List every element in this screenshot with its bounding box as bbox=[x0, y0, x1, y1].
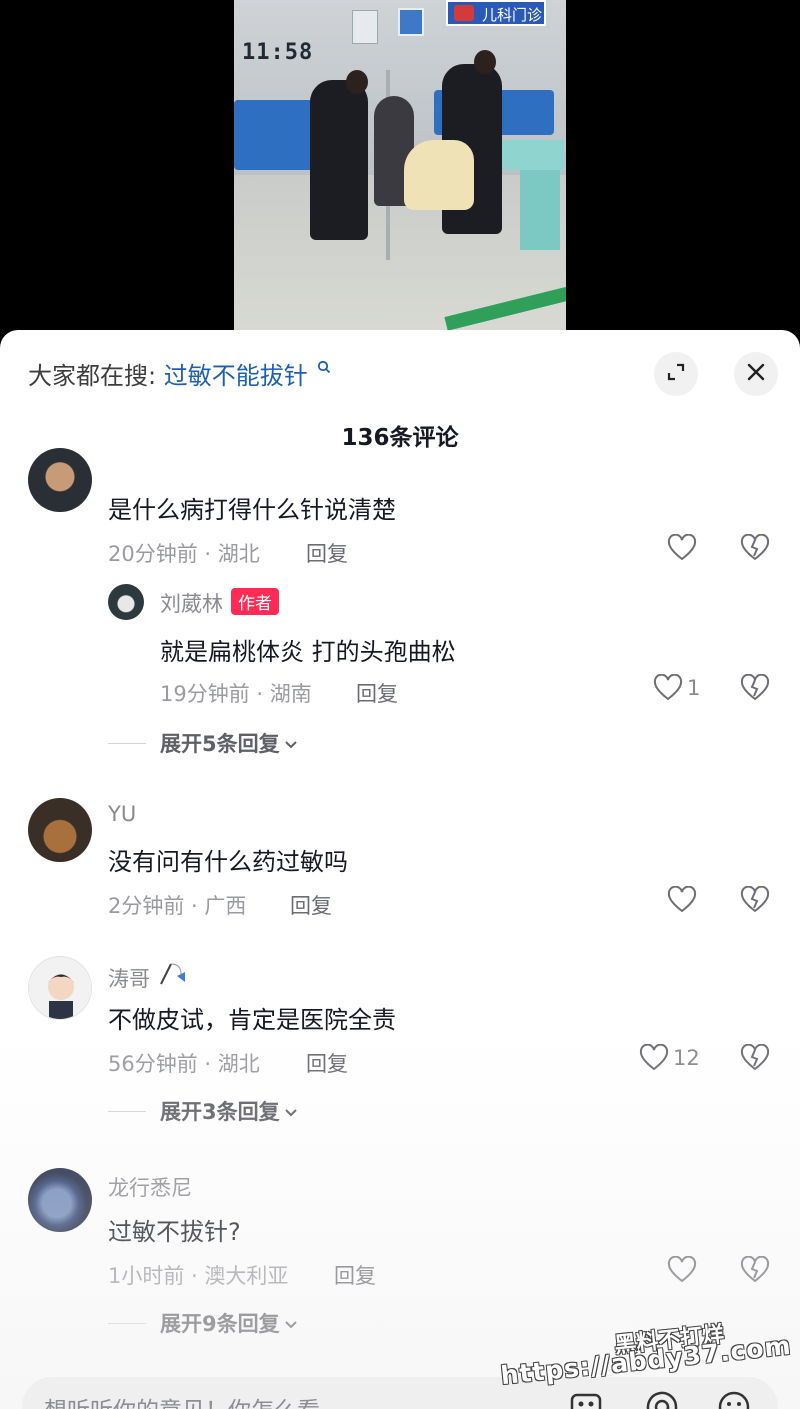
comment-meta: 20分钟前 · 湖北 bbox=[108, 542, 260, 566]
close-button[interactable] bbox=[734, 352, 778, 396]
sign-arrow-icon bbox=[454, 5, 474, 21]
comment-text: 过敏不拔针? bbox=[108, 1218, 241, 1246]
reply-button[interactable]: 回复 bbox=[334, 1260, 376, 1290]
reply-button[interactable]: 回复 bbox=[290, 890, 332, 920]
comment-author: YU bbox=[108, 802, 137, 826]
video-patient bbox=[404, 140, 474, 210]
author-badge: 作者 bbox=[231, 588, 279, 615]
expand-icon bbox=[665, 361, 687, 387]
reply-button[interactable]: 回复 bbox=[356, 678, 398, 708]
avatar[interactable] bbox=[28, 956, 92, 1020]
expand-replies[interactable]: 展开5条回复 bbox=[108, 728, 298, 758]
comment-item: 涛哥 不做皮试，肯定是医院全责 56分钟前 · 湖北 回复 12 展开3条回复 bbox=[0, 956, 800, 1126]
video-person-head bbox=[346, 70, 368, 94]
broken-heart-icon bbox=[740, 533, 770, 566]
comment-meta: 1小时前 · 澳大利亚 bbox=[108, 1264, 289, 1288]
search-suggestion-query[interactable]: 过敏不能拔针 bbox=[164, 362, 308, 390]
fishing-badge-icon bbox=[159, 963, 189, 991]
emoji-icon[interactable] bbox=[716, 1389, 752, 1409]
reply-meta: 19分钟前 · 湖南 bbox=[160, 682, 312, 706]
heart-icon bbox=[667, 1256, 697, 1284]
comment-input-placeholder[interactable]: 想听听你的意见！你怎么看 bbox=[44, 1391, 320, 1409]
like-count: 1 bbox=[687, 676, 701, 700]
search-suggestion-prefix: 大家都在搜: bbox=[28, 362, 157, 390]
reply-author: 刘葳林 作者 bbox=[160, 588, 279, 618]
video-timestamp: 11:58 bbox=[242, 40, 314, 65]
search-icon bbox=[317, 352, 331, 374]
expand-button[interactable] bbox=[654, 352, 698, 396]
video-sign: 儿科门诊 bbox=[446, 0, 546, 26]
heart-icon bbox=[639, 1044, 669, 1072]
video-frame[interactable]: 儿科门诊 11:58 bbox=[234, 0, 566, 330]
dislike-button[interactable] bbox=[740, 1043, 770, 1076]
dislike-button[interactable] bbox=[740, 1255, 770, 1288]
comment-author: 涛哥 bbox=[108, 960, 189, 993]
broken-heart-icon bbox=[740, 885, 770, 918]
comment-item: 是什么病打得什么针说清楚 20分钟前 · 湖北 回复 刘葳林 作者 就是扁桃体炎 … bbox=[0, 448, 800, 756]
video-sign-text: 儿科门诊 bbox=[482, 6, 543, 24]
expand-replies-label: 展开5条回复 bbox=[160, 732, 280, 756]
divider bbox=[108, 1110, 146, 1112]
video-desk-cabinet bbox=[520, 170, 560, 250]
heart-icon bbox=[667, 886, 697, 914]
comment-meta: 2分钟前 · 广西 bbox=[108, 894, 247, 918]
comment-text: 不做皮试，肯定是医院全责 bbox=[108, 1006, 396, 1034]
comment-text: 是什么病打得什么针说清楚 bbox=[108, 496, 396, 524]
comment-meta: 56分钟前 · 湖北 bbox=[108, 1052, 260, 1076]
comment-input-bar[interactable]: 想听听你的意见！你怎么看 bbox=[22, 1377, 778, 1409]
expand-replies[interactable]: 展开3条回复 bbox=[108, 1096, 298, 1126]
like-button[interactable]: 12 bbox=[639, 1044, 700, 1072]
like-count: 12 bbox=[673, 1046, 700, 1070]
expand-replies[interactable]: 展开9条回复 bbox=[108, 1308, 298, 1338]
comment-text: 没有问有什么药过敏吗 bbox=[108, 848, 348, 876]
dislike-button[interactable] bbox=[740, 533, 770, 566]
like-button[interactable]: 1 bbox=[653, 674, 700, 702]
broken-heart-icon bbox=[740, 1043, 770, 1076]
reply-text: 就是扁桃体炎 打的头孢曲松 bbox=[160, 638, 456, 666]
heart-icon bbox=[653, 674, 683, 702]
reply-button[interactable]: 回复 bbox=[306, 538, 348, 568]
broken-heart-icon bbox=[740, 673, 770, 706]
video-person bbox=[310, 80, 368, 240]
chevron-down-icon bbox=[284, 1311, 298, 1335]
comment-author-name: 涛哥 bbox=[108, 967, 150, 991]
heart-icon bbox=[667, 534, 697, 562]
avatar[interactable] bbox=[28, 448, 92, 512]
comment-author: 龙行悉尼 bbox=[108, 1176, 192, 1200]
dislike-button[interactable] bbox=[740, 673, 770, 706]
video-person-head bbox=[474, 50, 496, 74]
avatar[interactable] bbox=[28, 1168, 92, 1232]
like-button[interactable] bbox=[667, 534, 697, 562]
image-icon[interactable] bbox=[568, 1389, 604, 1409]
divider bbox=[108, 742, 146, 744]
close-icon bbox=[745, 361, 767, 387]
comment-item: YU 没有问有什么药过敏吗 2分钟前 · 广西 回复 bbox=[0, 798, 800, 928]
video-player[interactable]: 儿科门诊 11:58 bbox=[0, 0, 800, 330]
comment-count: 136条评论 bbox=[341, 425, 459, 451]
reply-button[interactable]: 回复 bbox=[306, 1048, 348, 1078]
like-button[interactable] bbox=[667, 1256, 697, 1284]
dislike-button[interactable] bbox=[740, 885, 770, 918]
chevron-down-icon bbox=[284, 1099, 298, 1123]
at-icon[interactable] bbox=[644, 1389, 680, 1409]
expand-replies-label: 展开3条回复 bbox=[160, 1100, 280, 1124]
avatar[interactable] bbox=[28, 798, 92, 862]
like-button[interactable] bbox=[667, 886, 697, 914]
divider bbox=[108, 1322, 146, 1324]
reply-author-name: 刘葳林 bbox=[160, 592, 223, 616]
expand-replies-label: 展开9条回复 bbox=[160, 1312, 280, 1336]
broken-heart-icon bbox=[740, 1255, 770, 1288]
video-poster bbox=[398, 8, 424, 36]
video-poster bbox=[352, 10, 378, 44]
search-suggestion[interactable]: 大家都在搜: 过敏不能拔针 bbox=[28, 356, 331, 391]
comment-sheet: 大家都在搜: 过敏不能拔针 136条评论 是什么病打得什么针说清楚 20分钟前 … bbox=[0, 330, 800, 1409]
avatar[interactable] bbox=[108, 584, 144, 620]
chevron-down-icon bbox=[284, 731, 298, 755]
